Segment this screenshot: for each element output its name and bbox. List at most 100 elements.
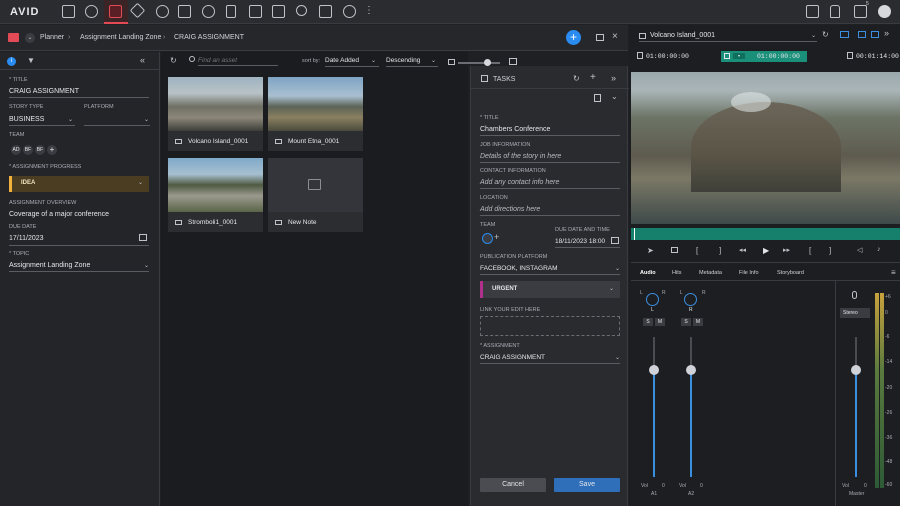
share-icon[interactable] bbox=[296, 5, 307, 16]
windows-icon[interactable] bbox=[806, 5, 819, 18]
breadcrumb-planner[interactable]: Planner bbox=[40, 34, 64, 41]
add-team-member-button[interactable]: + bbox=[47, 145, 57, 155]
folder-icon[interactable] bbox=[62, 5, 75, 18]
playhead[interactable] bbox=[634, 228, 635, 240]
panel-toggle-icon[interactable] bbox=[596, 34, 604, 41]
order-select[interactable]: Descending bbox=[386, 57, 420, 64]
solo-button[interactable]: S bbox=[681, 318, 691, 326]
due-datetime-input[interactable]: 18/11/2023 18:00 bbox=[555, 238, 605, 245]
tab-file-info[interactable]: File Info bbox=[739, 270, 759, 276]
tc-mode-select[interactable]: ▾ bbox=[733, 53, 745, 59]
due-date-input[interactable]: 17/11/2023 bbox=[9, 235, 44, 242]
assignment-select[interactable]: CRAIG ASSIGNMENT bbox=[480, 354, 545, 361]
tab-storyboard[interactable]: Storyboard bbox=[777, 270, 804, 276]
pan-knob[interactable] bbox=[646, 293, 659, 306]
mark-out-icon[interactable] bbox=[847, 52, 853, 59]
publication-select[interactable]: FACEBOOK, INSTAGRAM bbox=[480, 265, 558, 272]
link-edit-dropzone[interactable] bbox=[480, 316, 620, 336]
microphone-icon[interactable] bbox=[852, 291, 857, 299]
edit-icon[interactable] bbox=[249, 5, 262, 18]
refresh-icon[interactable]: ↻ bbox=[170, 56, 177, 65]
search-icon[interactable] bbox=[85, 5, 98, 18]
pan-knob[interactable] bbox=[684, 293, 697, 306]
monitor-icon[interactable] bbox=[319, 5, 332, 18]
menu-icon[interactable]: ≡ bbox=[891, 268, 896, 277]
fader-handle-a2[interactable] bbox=[686, 365, 696, 375]
add-task-icon[interactable]: + bbox=[590, 72, 596, 83]
refresh-icon[interactable]: ↻ bbox=[573, 74, 580, 83]
expand-icon[interactable]: » bbox=[611, 73, 616, 83]
tab-audio[interactable]: Audio bbox=[640, 270, 656, 276]
chevron-down-icon[interactable]: ⌄ bbox=[144, 262, 149, 269]
more-menu-icon[interactable]: ⋮ bbox=[364, 5, 374, 16]
title-input[interactable]: CRAIG ASSIGNMENT bbox=[9, 88, 79, 95]
mute-button[interactable]: M bbox=[655, 318, 665, 326]
info-icon[interactable]: i bbox=[7, 57, 16, 66]
tab-hits[interactable]: Hits bbox=[672, 270, 681, 276]
team-avatar[interactable]: AD bbox=[11, 145, 21, 155]
fader-track-master[interactable] bbox=[855, 337, 857, 477]
small-thumb-icon[interactable] bbox=[448, 59, 455, 65]
collapse-icon[interactable]: « bbox=[140, 55, 145, 65]
slider-handle[interactable] bbox=[484, 59, 491, 66]
team-avatar[interactable]: BF bbox=[23, 145, 33, 155]
bookmark-icon[interactable] bbox=[226, 5, 236, 18]
large-thumb-icon[interactable] bbox=[509, 58, 517, 65]
planner-icon[interactable] bbox=[109, 5, 122, 18]
fader-handle-a1[interactable] bbox=[649, 365, 659, 375]
task-title-input[interactable]: Chambers Conference bbox=[480, 126, 550, 133]
mute-button[interactable]: M bbox=[693, 318, 703, 326]
chevron-down-icon[interactable]: ⌄ bbox=[25, 33, 35, 43]
chevron-down-icon[interactable]: ⌄ bbox=[144, 116, 149, 123]
user-avatar[interactable] bbox=[878, 5, 891, 18]
refresh-icon[interactable]: ↻ bbox=[822, 30, 829, 39]
filter-icon[interactable]: ▼ bbox=[27, 56, 35, 65]
fader-track-a2[interactable] bbox=[690, 337, 692, 477]
record-icon[interactable] bbox=[202, 5, 215, 18]
layout-icon[interactable] bbox=[178, 5, 191, 18]
rundown-icon[interactable] bbox=[129, 2, 146, 19]
story-type-select[interactable]: BUSINESS bbox=[9, 116, 44, 123]
chevron-down-icon[interactable]: ⌄ bbox=[431, 57, 436, 64]
close-icon[interactable]: × bbox=[612, 31, 618, 42]
mark-out-button[interactable]: ] bbox=[719, 246, 721, 255]
layout-icon[interactable] bbox=[840, 31, 849, 38]
save-button[interactable]: Save bbox=[554, 478, 620, 492]
loop-icon[interactable]: ◁ bbox=[857, 246, 862, 254]
collapse-icon[interactable]: ⌄ bbox=[611, 92, 618, 101]
capture-icon[interactable] bbox=[272, 5, 285, 18]
play-icon[interactable]: ▶ bbox=[763, 246, 769, 255]
media-icon[interactable] bbox=[156, 5, 169, 18]
timeline-bar[interactable] bbox=[631, 228, 900, 240]
job-info-input[interactable]: Details of the story in here bbox=[480, 153, 561, 160]
asset-card[interactable]: New Note bbox=[268, 158, 363, 232]
trash-icon[interactable] bbox=[594, 94, 601, 102]
go-to-in-icon[interactable]: [ bbox=[809, 246, 811, 255]
overview-text[interactable]: Coverage of a major conference bbox=[9, 211, 109, 218]
add-team-member-button[interactable]: + bbox=[494, 232, 499, 242]
location-input[interactable]: Add directions here bbox=[480, 206, 540, 213]
video-frame[interactable] bbox=[631, 72, 900, 224]
asset-card[interactable]: Volcano Island_0001 bbox=[168, 77, 263, 151]
sort-select[interactable]: Date Added bbox=[325, 57, 359, 64]
tab-metadata[interactable]: Metadata bbox=[699, 270, 722, 276]
mark-in-button[interactable]: [ bbox=[696, 246, 698, 255]
solo-button[interactable]: S bbox=[643, 318, 653, 326]
audio-scrub-icon[interactable]: ♪ bbox=[877, 246, 881, 253]
monitor-icon[interactable] bbox=[858, 31, 866, 38]
stereo-select[interactable]: Stereo bbox=[840, 308, 870, 318]
settings-icon[interactable] bbox=[343, 5, 356, 18]
timecode-current-box[interactable]: ▾ 01:00:00:00 bbox=[721, 51, 807, 62]
calendar-icon[interactable] bbox=[611, 237, 619, 244]
send-icon[interactable]: ➤ bbox=[647, 246, 654, 255]
breadcrumb-landing-zone[interactable]: Assignment Landing Zone bbox=[80, 34, 161, 41]
team-avatar[interactable] bbox=[482, 233, 493, 244]
expand-icon[interactable]: » bbox=[884, 28, 889, 38]
cancel-button[interactable]: Cancel bbox=[480, 478, 546, 492]
team-avatar[interactable]: BF bbox=[35, 145, 45, 155]
bell-icon[interactable] bbox=[830, 5, 840, 18]
chevron-down-icon[interactable]: ⌄ bbox=[811, 32, 816, 39]
add-button[interactable]: + bbox=[566, 30, 581, 45]
asset-card[interactable]: Stromboli1_0001 bbox=[168, 158, 263, 232]
chevron-down-icon[interactable]: ⌄ bbox=[371, 57, 376, 64]
